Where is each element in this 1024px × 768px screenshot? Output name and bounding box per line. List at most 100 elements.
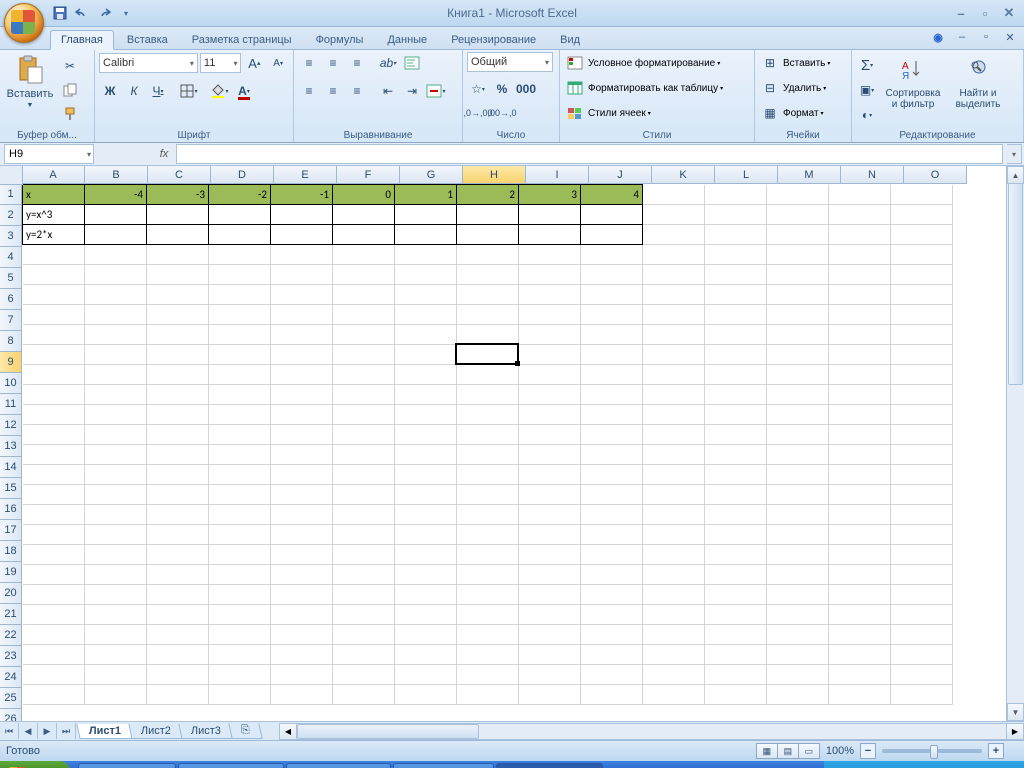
format-cells-button[interactable]: ▦Формат▾ <box>759 102 847 124</box>
cell[interactable] <box>209 465 271 485</box>
cell[interactable] <box>395 245 457 265</box>
cell[interactable] <box>767 485 829 505</box>
column-header[interactable]: O <box>904 166 967 184</box>
cell[interactable] <box>643 685 705 705</box>
cell[interactable] <box>581 465 643 485</box>
cell[interactable] <box>767 285 829 305</box>
cell[interactable] <box>209 385 271 405</box>
cell[interactable] <box>333 665 395 685</box>
cell[interactable] <box>705 305 767 325</box>
cell[interactable] <box>519 545 581 565</box>
cell[interactable] <box>891 485 953 505</box>
cell[interactable] <box>829 625 891 645</box>
cell[interactable] <box>705 345 767 365</box>
cell[interactable] <box>519 665 581 685</box>
scroll-thumb-v[interactable] <box>1008 183 1023 385</box>
italic-icon[interactable]: К <box>123 80 145 102</box>
cell[interactable] <box>85 665 147 685</box>
cell[interactable] <box>581 425 643 445</box>
cell[interactable] <box>395 205 457 225</box>
tab-insert[interactable]: Вставка <box>116 30 179 49</box>
cell[interactable] <box>147 445 209 465</box>
cell[interactable] <box>395 585 457 605</box>
row-headers[interactable]: 1234567891011121314151617181920212223242… <box>0 184 22 721</box>
cell[interactable] <box>333 325 395 345</box>
cell[interactable] <box>395 345 457 365</box>
cell[interactable] <box>209 545 271 565</box>
cell[interactable] <box>643 185 705 205</box>
cell[interactable] <box>457 325 519 345</box>
cell[interactable] <box>891 605 953 625</box>
help-icon[interactable]: ◉ <box>930 29 946 45</box>
cell[interactable] <box>271 285 333 305</box>
scroll-right-icon[interactable]: ▶ <box>1006 723 1024 740</box>
cell[interactable] <box>581 445 643 465</box>
column-header[interactable]: H <box>463 166 526 184</box>
cell[interactable]: y=x^3 <box>23 205 85 225</box>
system-tray[interactable]: EN Мой компьютер ‹ K ◧ 12:05 <box>824 761 1024 768</box>
page-layout-view-icon[interactable]: ▤ <box>778 744 799 758</box>
cell[interactable] <box>891 325 953 345</box>
cell[interactable] <box>147 365 209 385</box>
cell[interactable] <box>581 405 643 425</box>
cell[interactable] <box>23 605 85 625</box>
cell[interactable] <box>85 385 147 405</box>
cell[interactable] <box>23 685 85 705</box>
cell[interactable] <box>519 305 581 325</box>
cell[interactable] <box>767 685 829 705</box>
cell[interactable] <box>395 305 457 325</box>
cell[interactable] <box>767 205 829 225</box>
wrap-text-icon[interactable] <box>401 52 423 74</box>
cell[interactable] <box>643 345 705 365</box>
row-header[interactable]: 18 <box>0 541 22 562</box>
cell[interactable] <box>147 205 209 225</box>
cell[interactable] <box>147 585 209 605</box>
cell[interactable]: -1 <box>271 185 333 205</box>
qat-customize-icon[interactable]: ▾ <box>116 3 136 23</box>
cell[interactable] <box>705 405 767 425</box>
cell[interactable] <box>457 385 519 405</box>
cell[interactable] <box>891 645 953 665</box>
cell[interactable] <box>23 585 85 605</box>
cell[interactable] <box>891 225 953 245</box>
redo-icon[interactable] <box>94 3 114 23</box>
cell[interactable] <box>333 625 395 645</box>
cell[interactable] <box>829 485 891 505</box>
cell[interactable] <box>85 265 147 285</box>
cell[interactable] <box>767 445 829 465</box>
cell[interactable] <box>891 205 953 225</box>
cell[interactable] <box>891 565 953 585</box>
cell[interactable] <box>519 605 581 625</box>
cell[interactable] <box>271 305 333 325</box>
cell[interactable] <box>209 405 271 425</box>
cell[interactable] <box>829 525 891 545</box>
cell[interactable] <box>581 525 643 545</box>
row-header[interactable]: 5 <box>0 268 22 289</box>
cell[interactable] <box>891 585 953 605</box>
cell[interactable] <box>209 645 271 665</box>
cell[interactable] <box>457 565 519 585</box>
cell[interactable] <box>271 605 333 625</box>
cell[interactable] <box>271 385 333 405</box>
cell[interactable] <box>23 545 85 565</box>
conditional-formatting-button[interactable]: Условное форматирование▾ <box>564 52 750 74</box>
select-all-corner[interactable] <box>0 166 23 185</box>
cell[interactable] <box>767 525 829 545</box>
cell[interactable] <box>829 685 891 705</box>
cell[interactable] <box>581 485 643 505</box>
cell[interactable] <box>457 305 519 325</box>
vertical-scrollbar[interactable]: ▲ ▼ <box>1006 166 1024 721</box>
cell[interactable] <box>85 205 147 225</box>
cell[interactable] <box>333 645 395 665</box>
cell[interactable] <box>457 285 519 305</box>
cell[interactable] <box>891 625 953 645</box>
row-header[interactable]: 19 <box>0 562 22 583</box>
cell[interactable] <box>85 545 147 565</box>
cell[interactable] <box>829 465 891 485</box>
cell[interactable] <box>23 245 85 265</box>
column-header[interactable]: A <box>22 166 85 184</box>
align-bottom-icon[interactable]: ≡ <box>346 52 368 74</box>
underline-icon[interactable]: Ч▾ <box>147 80 169 102</box>
cell[interactable] <box>457 345 519 365</box>
cell[interactable] <box>643 285 705 305</box>
